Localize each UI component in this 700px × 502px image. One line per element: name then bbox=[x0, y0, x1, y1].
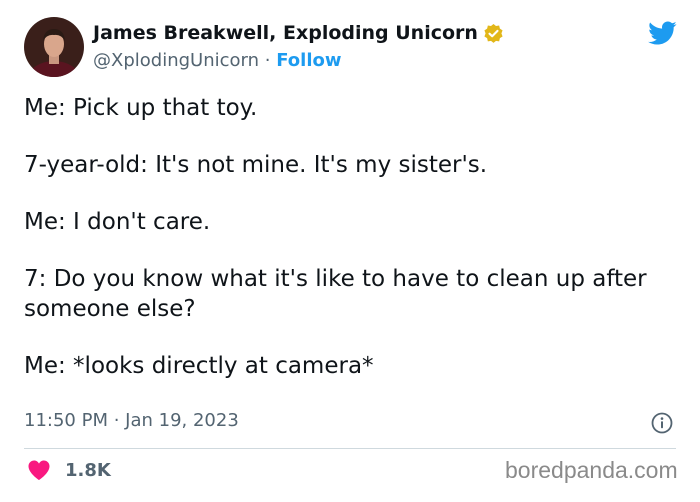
verified-badge-icon bbox=[483, 23, 504, 44]
twitter-bird-icon[interactable] bbox=[645, 18, 679, 48]
tweet-line: 7-year-old: It's not mine. It's my siste… bbox=[24, 152, 488, 178]
author-name-text: James Breakwell, Exploding Unicorn bbox=[93, 22, 478, 44]
like-count: 1.8K bbox=[65, 459, 111, 481]
handle-separator: · bbox=[264, 50, 271, 71]
avatar[interactable] bbox=[24, 17, 84, 77]
tweet-line: 7: Do you know what it's like to have to… bbox=[24, 266, 647, 322]
handle-line: @XplodingUnicorn · Follow bbox=[93, 50, 342, 71]
tweet-line: Me: *looks directly at camera* bbox=[24, 353, 374, 379]
tweet-text: Me: Pick up that toy. 7-year-old: It's n… bbox=[24, 93, 674, 408]
watermark: boredpanda.com bbox=[505, 457, 678, 483]
tweet-line: Me: I don't care. bbox=[24, 209, 211, 235]
divider bbox=[24, 448, 676, 449]
author-name[interactable]: James Breakwell, Exploding Unicorn bbox=[93, 22, 504, 44]
heart-icon bbox=[27, 459, 51, 481]
tweet-timestamp[interactable]: 11:50 PM · Jan 19, 2023 bbox=[24, 410, 239, 431]
follow-button[interactable]: Follow bbox=[276, 50, 341, 71]
like-button[interactable]: 1.8K bbox=[27, 459, 111, 481]
author-handle[interactable]: @XplodingUnicorn bbox=[93, 50, 259, 71]
info-icon[interactable] bbox=[651, 412, 673, 434]
tweet-line: Me: Pick up that toy. bbox=[24, 95, 258, 121]
